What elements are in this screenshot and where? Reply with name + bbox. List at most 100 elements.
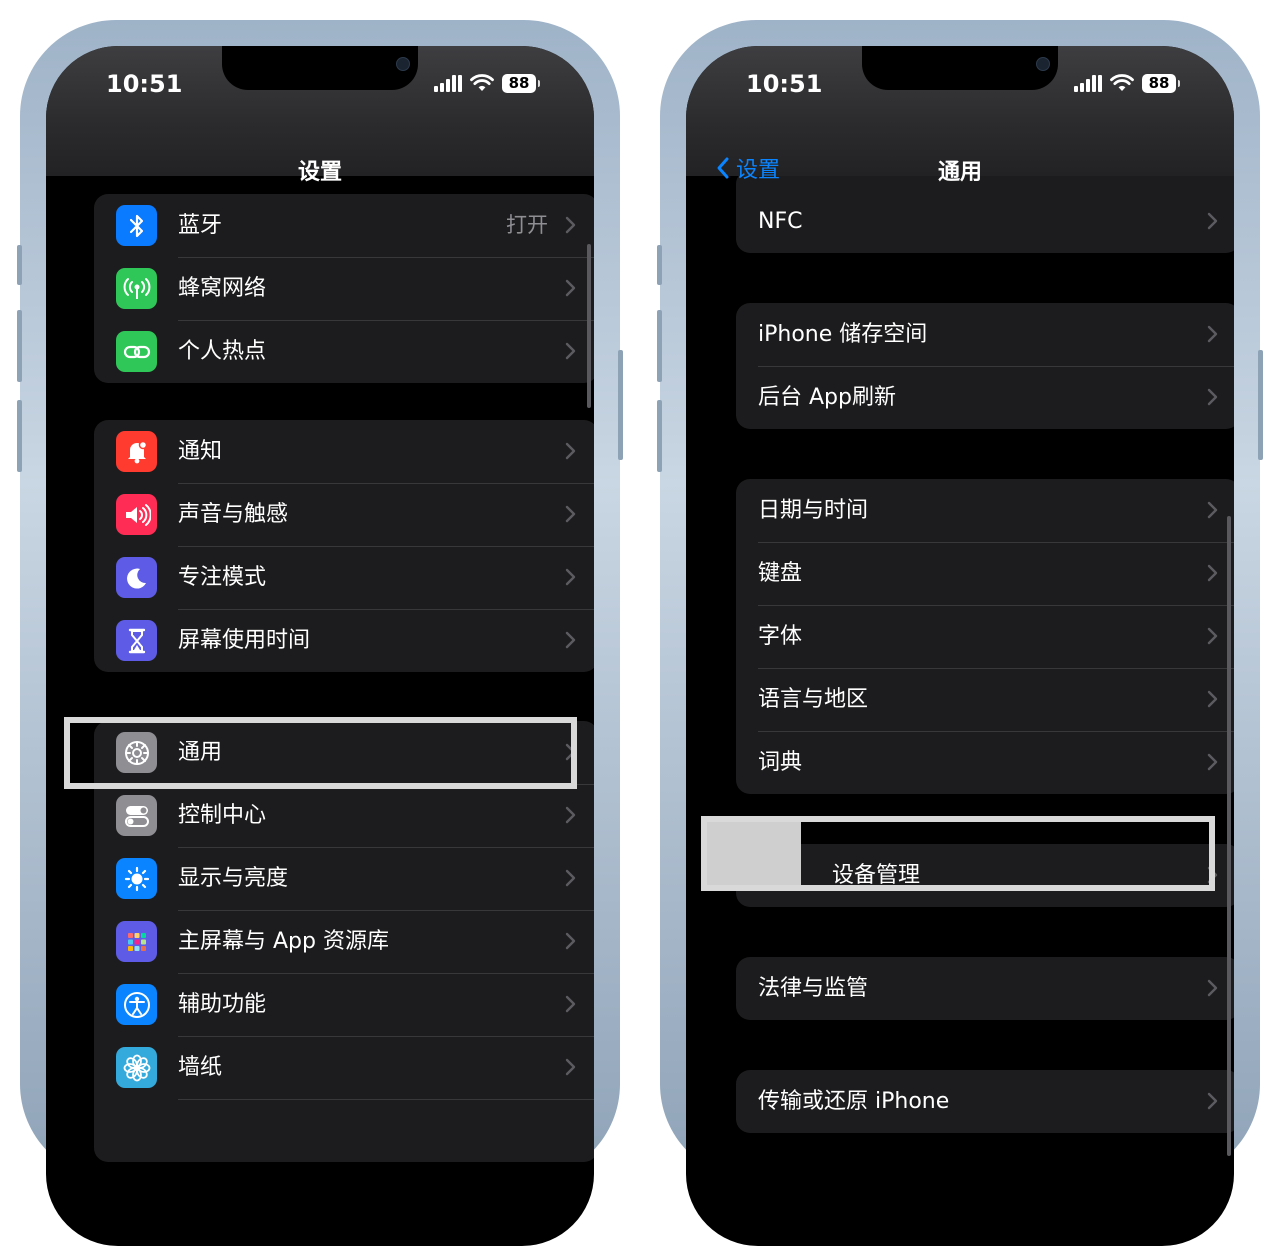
highlight-frame-general xyxy=(64,717,577,789)
row-label: 辅助功能 xyxy=(178,992,267,1017)
row-label: 通知 xyxy=(178,439,223,464)
settings-row-control-center[interactable]: 控制中心 xyxy=(94,784,594,847)
general-row-fonts[interactable]: 字体 xyxy=(736,605,1234,668)
settings-row-wallpaper[interactable]: 墙纸 xyxy=(94,1036,594,1099)
redacted-area xyxy=(707,822,801,885)
row-label: 语言与地区 xyxy=(758,687,869,712)
cellular-icon xyxy=(116,268,157,309)
wifi-icon xyxy=(470,74,494,91)
row-label: 日期与时间 xyxy=(758,498,869,523)
chevron-right-icon xyxy=(1207,501,1218,519)
row-label: 蓝牙 xyxy=(178,213,223,238)
accessibility-icon xyxy=(116,984,157,1025)
settings-row-partial[interactable] xyxy=(94,1099,594,1162)
notification-icon xyxy=(116,431,157,472)
row-label: 后台 App刷新 xyxy=(758,385,896,410)
settings-row-home-screen[interactable]: 主屏幕与 App 资源库 xyxy=(94,910,594,973)
status-time: 10:51 xyxy=(746,70,823,98)
chevron-right-icon xyxy=(565,631,576,649)
settings-row-display[interactable]: 显示与亮度 xyxy=(94,847,594,910)
chevron-right-icon xyxy=(1207,753,1218,771)
chevron-right-icon xyxy=(1207,690,1218,708)
side-button xyxy=(618,350,623,460)
chevron-right-icon xyxy=(565,995,576,1013)
row-label: 声音与触感 xyxy=(178,502,289,527)
row-label: NFC xyxy=(758,209,803,234)
home-grid-icon xyxy=(116,921,157,962)
row-label: 词典 xyxy=(758,750,803,775)
general-row-keyboard[interactable]: 键盘 xyxy=(736,542,1234,605)
settings-row-bluetooth[interactable]: 蓝牙 打开 xyxy=(94,194,594,257)
mute-switch xyxy=(657,245,662,285)
row-label: 墙纸 xyxy=(178,1055,223,1080)
row-label: 个人热点 xyxy=(178,339,267,364)
cellular-signal-icon xyxy=(1074,74,1102,92)
battery-indicator: 88 xyxy=(502,73,540,93)
chevron-right-icon xyxy=(565,216,576,234)
chevron-right-icon xyxy=(565,1058,576,1076)
general-group-storage: iPhone 储存空间 后台 App刷新 xyxy=(736,303,1234,429)
general-row-language-region[interactable]: 语言与地区 xyxy=(736,668,1234,731)
scrollbar[interactable] xyxy=(1227,516,1231,1156)
cellular-signal-icon xyxy=(434,74,462,92)
chevron-right-icon xyxy=(1207,1092,1218,1110)
settings-row-sounds[interactable]: 声音与触感 xyxy=(94,483,594,546)
general-row-date-time[interactable]: 日期与时间 xyxy=(736,479,1234,542)
bluetooth-icon xyxy=(116,205,157,246)
battery-indicator: 88 xyxy=(1142,73,1180,93)
status-time: 10:51 xyxy=(106,70,183,98)
general-row-legal[interactable]: 法律与监管 xyxy=(736,957,1234,1020)
general-group-legal: 法律与监管 xyxy=(736,957,1234,1020)
general-group-locale: 日期与时间 键盘 字体 语言与地区 词典 xyxy=(736,479,1234,794)
settings-row-accessibility[interactable]: 辅助功能 xyxy=(94,973,594,1036)
volume-down-button xyxy=(17,400,22,472)
chevron-right-icon xyxy=(565,932,576,950)
general-row-transfer-reset[interactable]: 传输或还原 iPhone xyxy=(736,1070,1234,1133)
row-value: 打开 xyxy=(506,213,548,237)
general-row-nfc[interactable]: NFC xyxy=(736,190,1234,253)
chevron-right-icon xyxy=(565,279,576,297)
right-phone-frame: 10:51 88 设置 通用 NFC iPhone 储存空间 后台 App刷新 … xyxy=(657,20,1263,1246)
settings-row-hotspot[interactable]: 个人热点 xyxy=(94,320,594,383)
general-row-storage[interactable]: iPhone 储存空间 xyxy=(736,303,1234,366)
general-row-dictionary[interactable]: 词典 xyxy=(736,731,1234,794)
row-label: 键盘 xyxy=(758,561,803,586)
status-icons: 88 xyxy=(1074,71,1180,95)
page-title: 设置 xyxy=(297,160,342,185)
chevron-right-icon xyxy=(1207,212,1218,230)
scrollbar[interactable] xyxy=(587,244,591,408)
row-label: 蜂窝网络 xyxy=(178,276,267,301)
chevron-right-icon xyxy=(1207,388,1218,406)
front-camera xyxy=(396,57,410,71)
front-camera xyxy=(1036,57,1050,71)
moon-icon xyxy=(116,557,157,598)
settings-row-focus[interactable]: 专注模式 xyxy=(94,546,594,609)
side-button xyxy=(1258,350,1263,460)
row-label: iPhone 储存空间 xyxy=(758,322,928,347)
settings-row-notifications[interactable]: 通知 xyxy=(94,420,594,483)
chevron-right-icon xyxy=(565,869,576,887)
settings-row-cellular[interactable]: 蜂窝网络 xyxy=(94,257,594,320)
right-screen: 10:51 88 设置 通用 NFC iPhone 储存空间 后台 App刷新 … xyxy=(686,46,1234,1246)
page-title: 通用 xyxy=(937,160,982,185)
row-label: 法律与监管 xyxy=(758,976,869,1001)
brightness-icon xyxy=(116,858,157,899)
general-row-background-refresh[interactable]: 后台 App刷新 xyxy=(736,366,1234,429)
sound-icon xyxy=(116,494,157,535)
hotspot-icon xyxy=(116,331,157,372)
toggles-icon xyxy=(116,795,157,836)
general-group-transfer: 传输或还原 iPhone xyxy=(736,1070,1234,1133)
chevron-right-icon xyxy=(565,568,576,586)
row-label: 屏幕使用时间 xyxy=(178,628,311,653)
row-label: 专注模式 xyxy=(178,565,267,590)
row-label: 字体 xyxy=(758,624,803,649)
chevron-right-icon xyxy=(1207,564,1218,582)
volume-up-button xyxy=(657,310,662,382)
chevron-right-icon xyxy=(565,442,576,460)
row-label: 显示与亮度 xyxy=(178,866,289,891)
chevron-right-icon xyxy=(1207,325,1218,343)
left-screen: 10:51 88 设置 蓝牙 打开 蜂窝网络 个人热点 通知 声音与触感 专注模… xyxy=(46,46,594,1246)
flower-icon xyxy=(116,1047,157,1088)
volume-up-button xyxy=(17,310,22,382)
settings-row-screen-time[interactable]: 屏幕使用时间 xyxy=(94,609,594,672)
